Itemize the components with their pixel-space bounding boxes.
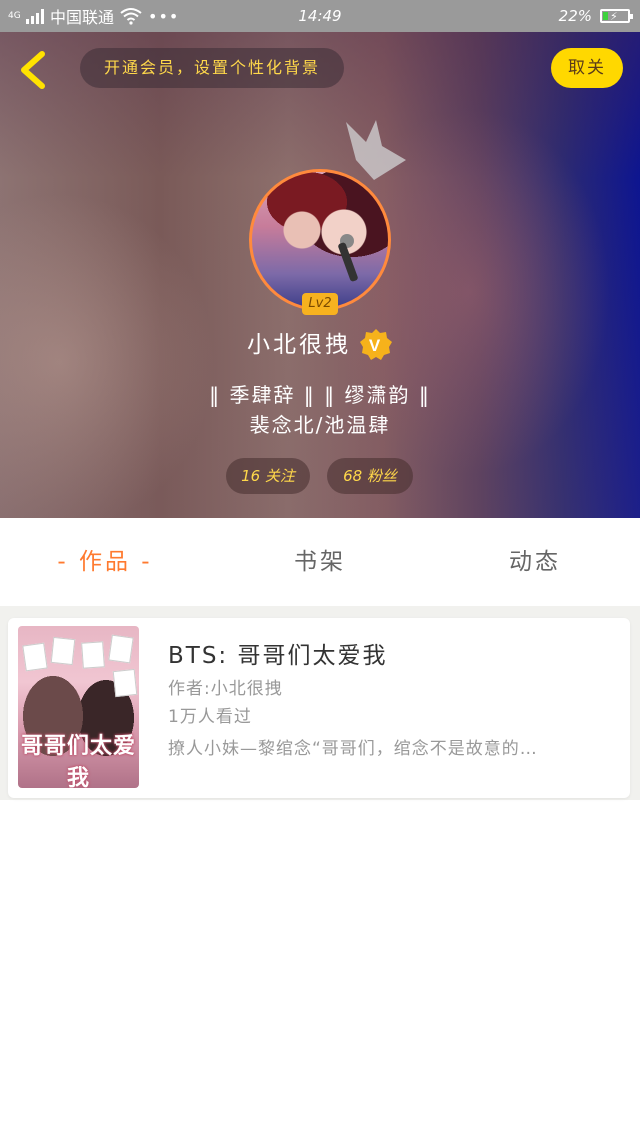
fans-count[interactable]: 68 粉丝 xyxy=(327,458,413,494)
username-row: 小北很拽 V xyxy=(0,328,640,360)
tab-works[interactable]: - 作品 - xyxy=(40,518,170,606)
book-description: 撩人小妹—黎绾念“哥哥们，绾念不是故意的… xyxy=(168,739,538,759)
crown-icon xyxy=(346,120,406,180)
cover-photo xyxy=(112,668,138,698)
cover-title: 哥哥们太爱我 xyxy=(20,733,136,788)
bio-line-1: ‖ 季肆辞 ‖ ‖ 缪潇韵 ‖ xyxy=(209,383,431,407)
tab-bookshelf[interactable]: 书架 xyxy=(255,518,385,606)
back-button[interactable] xyxy=(14,50,54,90)
book-title[interactable]: BTS: 哥哥们太爱我 xyxy=(168,636,388,670)
avatar[interactable] xyxy=(249,169,391,311)
book-author: 作者:小北很拽 xyxy=(168,679,283,699)
battery-percent: 22% xyxy=(558,7,592,25)
level-badge: Lv2 xyxy=(302,293,338,315)
status-bar: 4G 中国联通 ••• 14:49 22% ⚡ xyxy=(0,0,640,32)
verified-badge-icon: V xyxy=(359,328,393,362)
unfollow-button[interactable]: 取关 xyxy=(551,48,623,88)
username: 小北很拽 xyxy=(247,332,351,358)
cover-photo xyxy=(81,641,105,669)
cover-photo xyxy=(22,642,48,672)
cover-photo xyxy=(50,636,76,666)
verified-badge-text: V xyxy=(369,336,383,355)
bio-line-2: 裴念北/池温肆 xyxy=(249,413,391,437)
tab-activity[interactable]: 动态 xyxy=(470,518,600,606)
profile-header: 开通会员，设置个性化背景 取关 Lv2 小北很拽 V ‖ 季肆辞 ‖ ‖ 缪潇韵… xyxy=(0,32,640,518)
book-views: 1万人看过 xyxy=(168,707,252,727)
cover-photo xyxy=(108,634,134,664)
section-divider xyxy=(0,606,640,618)
status-right: 22% ⚡ xyxy=(558,0,633,32)
following-count[interactable]: 16 关注 xyxy=(226,458,310,494)
charging-icon: ⚡ xyxy=(610,10,618,23)
status-time: 14:49 xyxy=(298,7,342,25)
battery-fill xyxy=(603,12,609,20)
book-cover[interactable]: 哥哥们太爱我 xyxy=(18,626,139,788)
profile-tabs: - 作品 - 书架 动态 xyxy=(0,518,640,606)
battery-icon: ⚡ xyxy=(600,9,633,23)
vip-background-banner[interactable]: 开通会员，设置个性化背景 xyxy=(80,48,344,88)
